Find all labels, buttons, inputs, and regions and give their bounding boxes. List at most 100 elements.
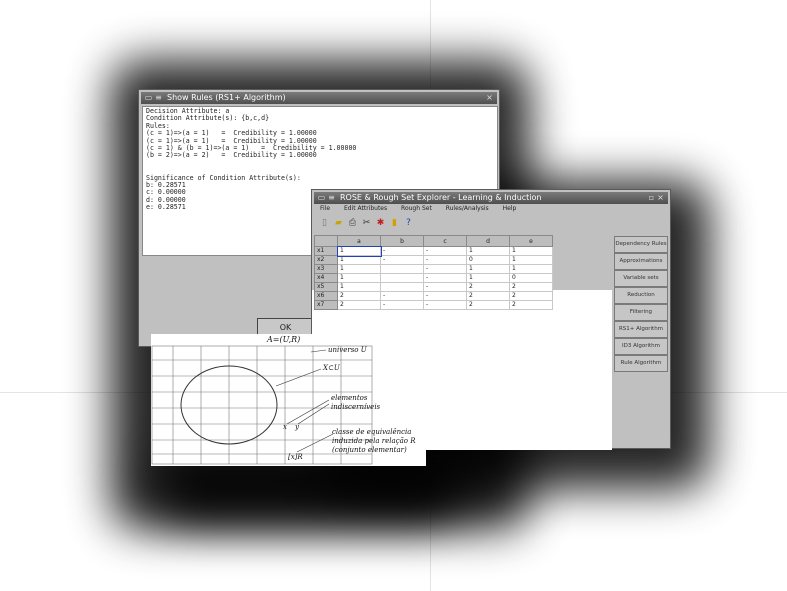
table-cell[interactable]: 1 — [509, 255, 553, 265]
table-cell[interactable]: - — [380, 246, 424, 256]
rough-set-diagram: A=(U,R) universo U X⊂U elementos indisce… — [151, 334, 426, 466]
table-cell[interactable]: 2 — [509, 291, 553, 301]
minimize-icon[interactable]: ▫ — [647, 193, 656, 202]
row-header[interactable]: x7 — [314, 300, 338, 310]
side-button[interactable]: Reduction — [614, 287, 668, 304]
side-button[interactable]: Rule Algorithm — [614, 355, 668, 372]
table-cell[interactable]: - — [423, 273, 467, 283]
print-icon[interactable]: ⎙ — [348, 218, 357, 228]
table-cell[interactable]: 1 — [337, 255, 381, 265]
table-cell[interactable]: 2 — [466, 300, 510, 310]
menu-rough-set[interactable]: Rough Set — [401, 205, 432, 212]
elements-label-2: indiscerníveis — [331, 403, 381, 411]
side-button[interactable]: Filtering — [614, 304, 668, 321]
table-cell[interactable]: 2 — [509, 282, 553, 292]
x-label: x — [283, 423, 287, 431]
universe-label: universo U — [328, 346, 367, 354]
menu-help[interactable]: Help — [503, 205, 517, 212]
y-label: y — [295, 423, 299, 431]
diagram-title: A=(U,R) — [267, 335, 301, 344]
table-cell[interactable] — [380, 282, 424, 292]
column-header[interactable] — [314, 235, 338, 247]
table-cell[interactable]: 1 — [336, 245, 382, 257]
table-cell[interactable]: 2 — [337, 300, 381, 310]
side-button[interactable]: Variable sets — [614, 270, 668, 287]
table-cell[interactable]: - — [380, 291, 424, 301]
row-header[interactable]: x3 — [314, 264, 338, 274]
row-header[interactable]: x2 — [314, 255, 338, 265]
column-header-e[interactable]: e — [509, 235, 553, 247]
open-file-icon[interactable]: ▰ — [334, 218, 343, 228]
table-cell[interactable]: - — [380, 255, 424, 265]
column-header-c[interactable]: c — [423, 235, 467, 247]
menu-edit-attributes[interactable]: Edit Attributes — [344, 205, 387, 212]
table-cell[interactable]: 1 — [466, 264, 510, 274]
table-cell[interactable]: 0 — [509, 273, 553, 283]
table-row[interactable]: x1 1- -1 1 — [314, 245, 553, 257]
table-cell[interactable]: 1 — [337, 264, 381, 274]
column-header-d[interactable]: d — [466, 235, 510, 247]
settings-icon[interactable]: ✱ — [376, 218, 385, 228]
row-header[interactable]: x6 — [314, 291, 338, 301]
data-table: a b c d e x1 1- -1 1 x2 1- -0 1 x3 1-1 1 x4 1-1 0 x5 1-… — [314, 235, 553, 310]
table-cell[interactable]: - — [423, 282, 467, 292]
table-cell[interactable]: 1 — [509, 264, 553, 274]
main-window-title: ROSE & Rough Set Explorer - Learning & I… — [340, 193, 542, 202]
info-icon[interactable]: ? — [404, 218, 413, 228]
close-icon[interactable]: × — [656, 193, 665, 202]
column-header-a[interactable]: a — [337, 235, 381, 247]
table-cell[interactable] — [380, 264, 424, 274]
table-cell[interactable]: 1 — [466, 273, 510, 283]
side-button[interactable]: ID3 Algorithm — [614, 338, 668, 355]
side-panel: Dependency Rules Approximations Variable s… — [612, 234, 668, 444]
table-row[interactable]: x7 2- -2 2 — [314, 300, 553, 310]
subset-label: X⊂U — [323, 364, 340, 372]
row-header[interactable]: x4 — [314, 273, 338, 283]
table-row[interactable]: x4 1-1 0 — [314, 273, 553, 283]
chart-icon[interactable]: ▮ — [390, 218, 399, 228]
class-label-1: classe de equivalência — [332, 428, 412, 436]
table-cell[interactable] — [380, 273, 424, 283]
table-cell[interactable]: 1 — [337, 273, 381, 283]
pin-icon[interactable]: ≡ — [327, 193, 336, 202]
table-cell[interactable]: 1 — [337, 282, 381, 292]
table-cell[interactable]: - — [423, 246, 467, 256]
table-cell[interactable]: 2 — [466, 282, 510, 292]
main-window-titlebar[interactable]: ▭ ≡ ROSE & Rough Set Explorer - Learning… — [314, 192, 668, 204]
new-file-icon[interactable]: ▯ — [320, 218, 329, 228]
table-header-row: a b c d e — [314, 235, 553, 247]
table-cell[interactable]: 1 — [466, 246, 510, 256]
table-row[interactable]: x5 1-2 2 — [314, 282, 553, 292]
window-menu-icon[interactable]: ▭ — [144, 93, 153, 102]
row-header[interactable]: x1 — [314, 246, 338, 256]
table-cell[interactable]: 1 — [509, 246, 553, 256]
toolbar: ▯ ▰ ⎙ ✂ ✱ ▮ ? — [314, 216, 514, 232]
table-row[interactable]: x2 1- -0 1 — [314, 255, 553, 265]
table-cell[interactable]: - — [423, 300, 467, 310]
menu-rules-analysis[interactable]: Rules/Analysis — [446, 205, 489, 212]
column-header-b[interactable]: b — [380, 235, 424, 247]
table-row[interactable]: x6 2- -2 2 — [314, 291, 553, 301]
menu-file[interactable]: File — [320, 205, 330, 212]
table-cell[interactable]: - — [423, 291, 467, 301]
pin-icon[interactable]: ≡ — [154, 93, 163, 102]
table-cell[interactable]: 2 — [466, 291, 510, 301]
table-cell[interactable]: - — [423, 264, 467, 274]
table-cell[interactable]: 0 — [466, 255, 510, 265]
table-cell[interactable]: - — [423, 255, 467, 265]
table-cell[interactable]: 2 — [337, 291, 381, 301]
table-cell[interactable]: 2 — [509, 300, 553, 310]
elements-label: elementos — [331, 394, 368, 402]
table-row[interactable]: x3 1-1 1 — [314, 264, 553, 274]
window-menu-icon[interactable]: ▭ — [317, 193, 326, 202]
rules-window-titlebar[interactable]: ▭ ≡ Show Rules (RS1+ Algorithm) × — [141, 92, 497, 104]
class-label-2: induzida pela relação R — [332, 437, 416, 445]
close-icon[interactable]: × — [485, 93, 494, 102]
row-header[interactable]: x5 — [314, 282, 338, 292]
side-button[interactable]: Approximations — [614, 253, 668, 270]
rules-window-title: Show Rules (RS1+ Algorithm) — [167, 93, 286, 102]
table-cell[interactable]: - — [380, 300, 424, 310]
side-button[interactable]: RS1+ Algorithm — [614, 321, 668, 338]
side-button[interactable]: Dependency Rules — [614, 236, 668, 253]
cut-icon[interactable]: ✂ — [362, 218, 371, 228]
